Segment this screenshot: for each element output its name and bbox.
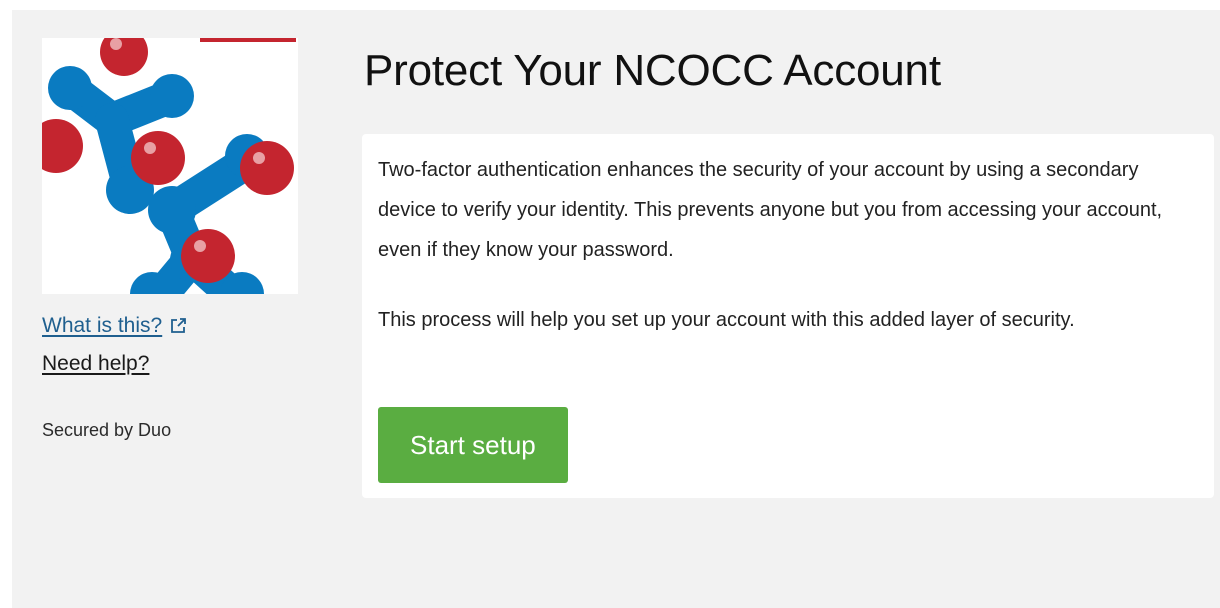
need-help-link[interactable]: Need help? xyxy=(42,352,149,376)
start-setup-button[interactable]: Start setup xyxy=(378,407,568,483)
secured-by-duo-text: Secured by Duo xyxy=(42,420,172,440)
what-is-this-label: What is this? xyxy=(42,314,163,337)
external-link-icon xyxy=(170,316,187,340)
ncocc-molecule-logo-icon xyxy=(42,38,296,294)
page-title: Protect Your NCOCC Account xyxy=(364,46,941,95)
what-is-this-link[interactable]: What is this? xyxy=(42,314,187,340)
page-background: What is this? Need help? Secured by Duo … xyxy=(12,10,1220,608)
ncocc-logo xyxy=(42,38,298,294)
process-paragraph: This process will help you set up your a… xyxy=(378,309,1075,331)
setup-card: Two-factor authentication enhances the s… xyxy=(362,134,1214,498)
intro-paragraph: Two-factor authentication enhances the s… xyxy=(378,159,1163,261)
